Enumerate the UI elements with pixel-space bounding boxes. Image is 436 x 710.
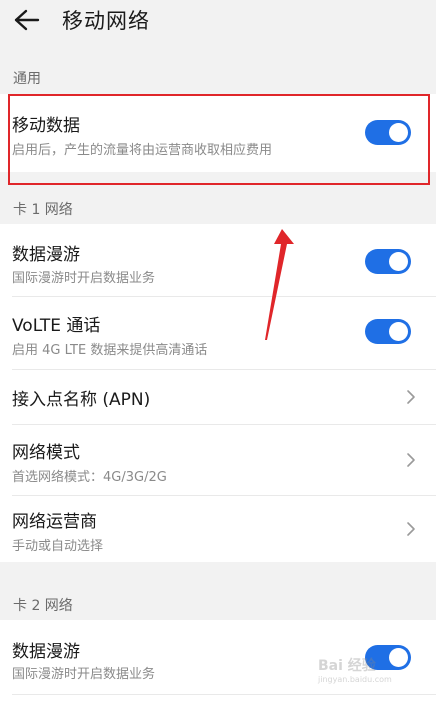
watermark-url: jingyan.baidu.com [318,675,392,684]
watermark: Bai 经验 jingyan.baidu.com [318,655,428,700]
annotation-arrow [265,229,294,340]
watermark-text: Bai 经验 [318,658,376,674]
